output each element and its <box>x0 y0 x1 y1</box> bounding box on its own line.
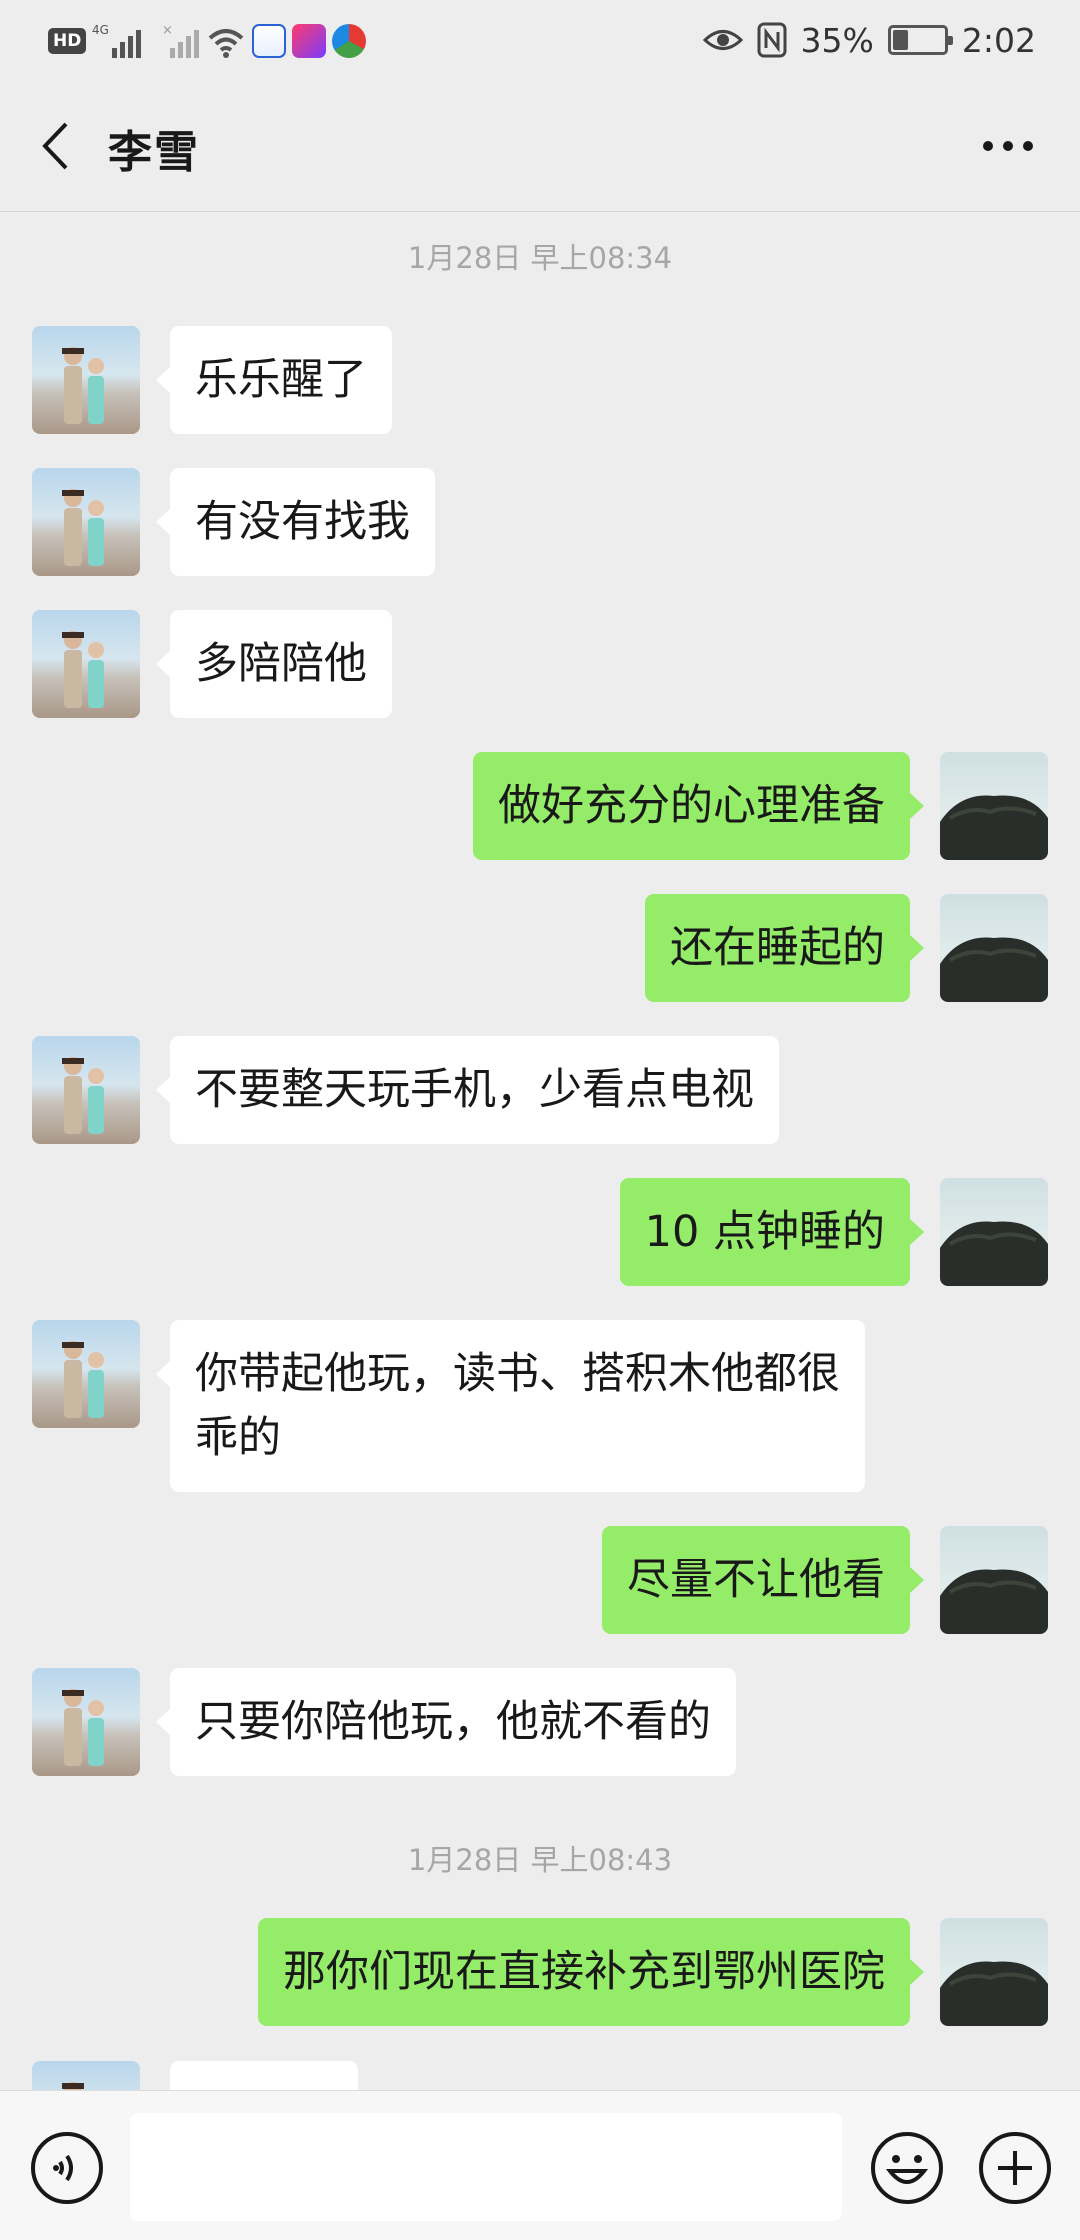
contact-avatar[interactable] <box>32 1668 140 1776</box>
timestamp: 1月28日 早上08:34 <box>407 241 673 275</box>
voice-button[interactable] <box>30 2131 104 2205</box>
my-avatar[interactable] <box>940 752 1048 860</box>
contact-avatar[interactable] <box>32 326 140 434</box>
eye-icon <box>702 30 743 50</box>
svg-text:×: × <box>162 23 173 38</box>
battery-fill <box>892 30 908 50</box>
message-bubble[interactable]: 尽量不让他看 <box>602 1526 924 1634</box>
input-bar <box>0 2090 1080 2240</box>
chevron-left-icon <box>42 122 68 170</box>
message-bubble[interactable]: 乐乐醒了 <box>156 326 392 434</box>
my-avatar[interactable] <box>940 1526 1048 1634</box>
my-avatar[interactable] <box>940 1178 1048 1286</box>
wifi-icon <box>209 29 244 58</box>
contact-avatar[interactable] <box>32 1036 140 1144</box>
chat-header: 李雪 <box>0 80 1080 212</box>
emoji-button[interactable] <box>870 2131 944 2205</box>
message-bubble[interactable]: 不要整天玩手机，少看点电视 <box>156 1036 779 1144</box>
baidu-app-icon <box>252 24 287 58</box>
message-bubble[interactable]: 还在睡起的 <box>645 894 924 1002</box>
signal-icon: 4G <box>92 23 142 58</box>
timestamp: 1月28日 早上08:43 <box>407 1843 673 1877</box>
contact-avatar[interactable] <box>32 610 140 718</box>
my-avatar[interactable] <box>940 894 1048 1002</box>
message-bubble[interactable]: 做好充分的心理准备 <box>473 752 924 860</box>
hd-badge: HD <box>48 28 87 54</box>
message-input[interactable] <box>130 2113 842 2221</box>
contact-avatar[interactable] <box>32 468 140 576</box>
voice-icon <box>31 2132 103 2204</box>
message-bubble[interactable] <box>170 2061 358 2090</box>
back-button[interactable] <box>30 118 80 174</box>
status-left: HD 4G × <box>48 22 367 60</box>
nfc-icon <box>757 22 787 58</box>
signal-2-icon: × <box>162 23 200 58</box>
message-bubble[interactable]: 有没有找我 <box>156 468 435 576</box>
my-avatar[interactable] <box>940 1918 1048 2026</box>
plus-icon <box>979 2132 1051 2204</box>
contact-avatar[interactable] <box>32 1320 140 1428</box>
chat-title: 李雪 <box>108 127 200 178</box>
contact-avatar[interactable] <box>32 2061 140 2090</box>
svg-text:4G: 4G <box>92 23 109 37</box>
browser-app-icon <box>332 24 367 58</box>
video-app-icon <box>292 24 327 58</box>
message-bubble[interactable]: 只要你陪他玩，他就不看的 <box>156 1668 736 1776</box>
message-bubble[interactable]: 你带起他玩，读书、搭积木他都很 乖的 <box>156 1320 865 1492</box>
status-bar: HD 4G × 35% 2:02 <box>0 0 1080 80</box>
emoji-icon <box>871 2132 943 2204</box>
more-horizontal-icon <box>983 141 1033 151</box>
more-button[interactable] <box>972 120 1044 172</box>
plus-button[interactable] <box>978 2131 1052 2205</box>
status-right: 35% 2:02 <box>702 18 1036 62</box>
status-time: 2:02 <box>961 20 1036 60</box>
battery-percent: 35% <box>800 20 874 60</box>
message-bubble[interactable]: 那你们现在直接补充到鄂州医院 <box>258 1918 924 2026</box>
battery-icon <box>887 25 953 55</box>
message-bubble[interactable]: 多陪陪他 <box>156 610 392 718</box>
chat-area[interactable]: 1月28日 早上08:34 乐乐醒了有没有找我多陪陪他 做好充分的心理准备还在睡起的… <box>0 213 1080 2090</box>
message-bubble[interactable]: 10 点钟睡的 <box>619 1178 925 1286</box>
